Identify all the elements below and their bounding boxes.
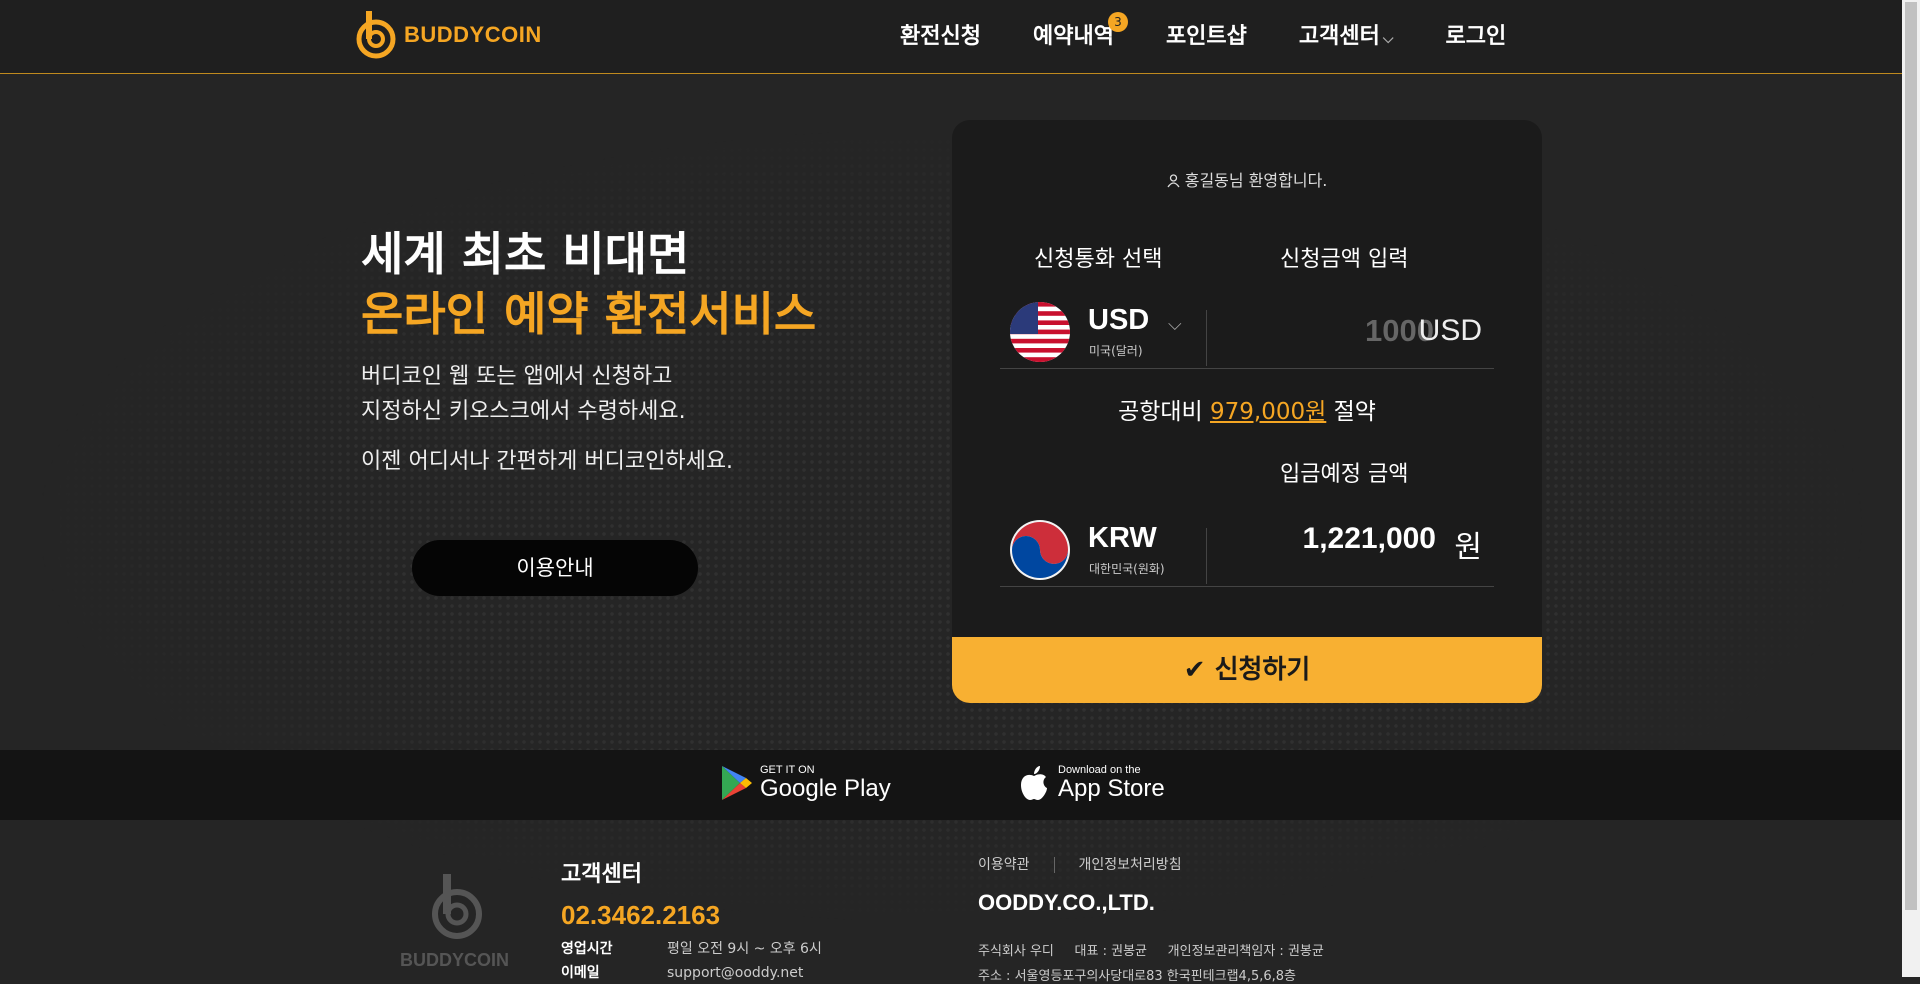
hours-value: 평일 오전 9시 ~ 오후 6시 [667,941,822,957]
usa-flag-icon [1010,302,1070,362]
terms-link[interactable]: 이용약관 [978,857,1030,873]
footer-email-row: 이메일 support@ooddy.net [561,962,803,982]
footer-address: 주소 : 서울영등포구의사당대로83 한국핀테크랩4,5,6,8층 [978,969,1296,984]
brand-name: BUDDYCOIN [404,22,542,47]
savings-suffix: 절약 [1326,399,1376,425]
footer-links: 이용약관 개인정보처리방침 [978,854,1182,874]
footer-phone: 02.3462.2163 [561,900,721,930]
divider [1206,310,1207,366]
nav-reservations[interactable]: 예약내역 3 [1032,12,1128,50]
nav-login[interactable]: 로그인 [1446,18,1507,50]
apple-icon [1021,766,1047,800]
nav-point-shop[interactable]: 포인트샵 [1166,18,1247,50]
to-currency-row: KRW 대한민국(원화) 1,221,000 원 [1000,510,1494,587]
deposit-label: 입금예정 금액 [1280,462,1409,487]
to-currency-code: KRW [1088,522,1157,554]
app-store-bar: GET IT ON Google Play Download on the Ap… [0,750,1902,820]
from-currency-name: 미국(달러) [1089,344,1143,358]
nav-reservations-label: 예약내역 [1032,24,1114,49]
footer: BUDDYCOIN 고객센터 02.3462.2163 영업시간 평일 오전 9시… [0,820,1902,984]
footer-logo: BUDDYCOIN [400,872,509,971]
email-label: 이메일 [561,965,600,981]
scrollbar[interactable] [1902,0,1920,977]
exchange-form-card: 홍길동님 환영합니다. 신청통화 선택 신청금액 입력 USD 미국(달러) ⌵… [952,120,1542,703]
amount-input[interactable] [1232,310,1436,352]
footer-logo-icon [431,874,482,939]
scrollbar-thumb[interactable] [1905,2,1917,910]
savings-amount: 979,000원 [1210,399,1327,425]
currency-select-label: 신청통화 선택 [1034,247,1163,272]
footer-hours-row: 영업시간 평일 오전 9시 ~ 오후 6시 [561,938,822,958]
email-value[interactable]: support@ooddy.net [667,965,803,981]
hero-title-line2: 온라인 예약 환전서비스 [361,287,817,341]
hero-desc-line2: 지정하신 키오스크에서 수령하세요. [361,399,686,424]
amount-input-label: 신청금액 입력 [1280,247,1409,272]
welcome-text: 홍길동님 환영합니다. [1184,171,1328,190]
welcome-message: 홍길동님 환영합니다. [952,167,1542,191]
main-nav: 환전신청 예약내역 3 포인트샵 고객센터 ⌵ 로그인 [900,12,1558,50]
hours-label: 영업시간 [561,941,613,957]
savings-prefix: 공항대비 [1118,399,1211,425]
chevron-down-icon: ⌵ [1382,31,1394,47]
korea-flag-icon [1010,520,1070,580]
footer-company-info: 주식회사 우디 대표 : 권봉균 개인정보관리책임자 : 권봉균 [978,944,1324,959]
guide-button[interactable]: 이용안내 [412,540,698,596]
nav-customer-center-label: 고객센터 [1298,24,1380,49]
from-currency-row: USD 미국(달러) ⌵ USD [1000,292,1494,369]
footer-company: OODDY.CO.,LTD. [978,890,1155,915]
check-icon: ✔ [1183,655,1206,685]
hero-description: 버디코인 웹 또는 앱에서 신청하고 지정하신 키오스크에서 수령하세요. [361,359,881,429]
buddycoin-logo-icon [356,11,396,59]
app-store-big-text: App Store [1058,775,1165,802]
deposit-amount: 1,221,000 [1302,522,1436,555]
divider [1053,857,1055,873]
from-currency-code: USD [1088,304,1150,336]
privacy-link[interactable]: 개인정보처리방침 [1079,857,1182,873]
footer-cc-title: 고객센터 [561,862,642,887]
brand-logo[interactable]: BUDDYCOIN [352,9,542,61]
hero-desc-line3: 이젠 어디서나 간편하게 버디코인하세요. [361,449,734,474]
footer-brand: BUDDYCOIN [400,950,510,970]
google-play-big-text: Google Play [760,775,891,802]
top-navbar: BUDDYCOIN 환전신청 예약내역 3 포인트샵 고객센터 ⌵ 로그인 [0,0,1902,74]
to-currency-name: 대한민국(원화) [1089,562,1165,576]
user-icon [1167,174,1180,188]
apply-button[interactable]: ✔ 신청하기 [952,637,1542,703]
hero-title-line1: 세계 최초 비대면 [361,227,690,281]
nav-customer-center[interactable]: 고객센터 ⌵ [1299,18,1394,50]
reservation-count-badge: 3 [1107,12,1128,32]
app-store-link[interactable]: Download on the App Store [1018,764,1165,802]
amount-unit: USD [1418,314,1482,347]
hero-desc-line1: 버디코인 웹 또는 앱에서 신청하고 [361,364,673,389]
nav-exchange-apply[interactable]: 환전신청 [900,18,981,50]
currency-dropdown-chevron-icon[interactable]: ⌵ [1168,314,1182,335]
google-play-icon [722,766,752,800]
hero-section: 세계 최초 비대면 온라인 예약 환전서비스 버디코인 웹 또는 앱에서 신청하… [361,225,881,475]
divider [1206,528,1207,584]
savings-line: 공항대비 979,000원 절약 [952,392,1542,426]
google-play-link[interactable]: GET IT ON Google Play [720,764,891,802]
apply-button-label: 신청하기 [1214,655,1311,685]
deposit-unit: 원 [1454,531,1482,564]
